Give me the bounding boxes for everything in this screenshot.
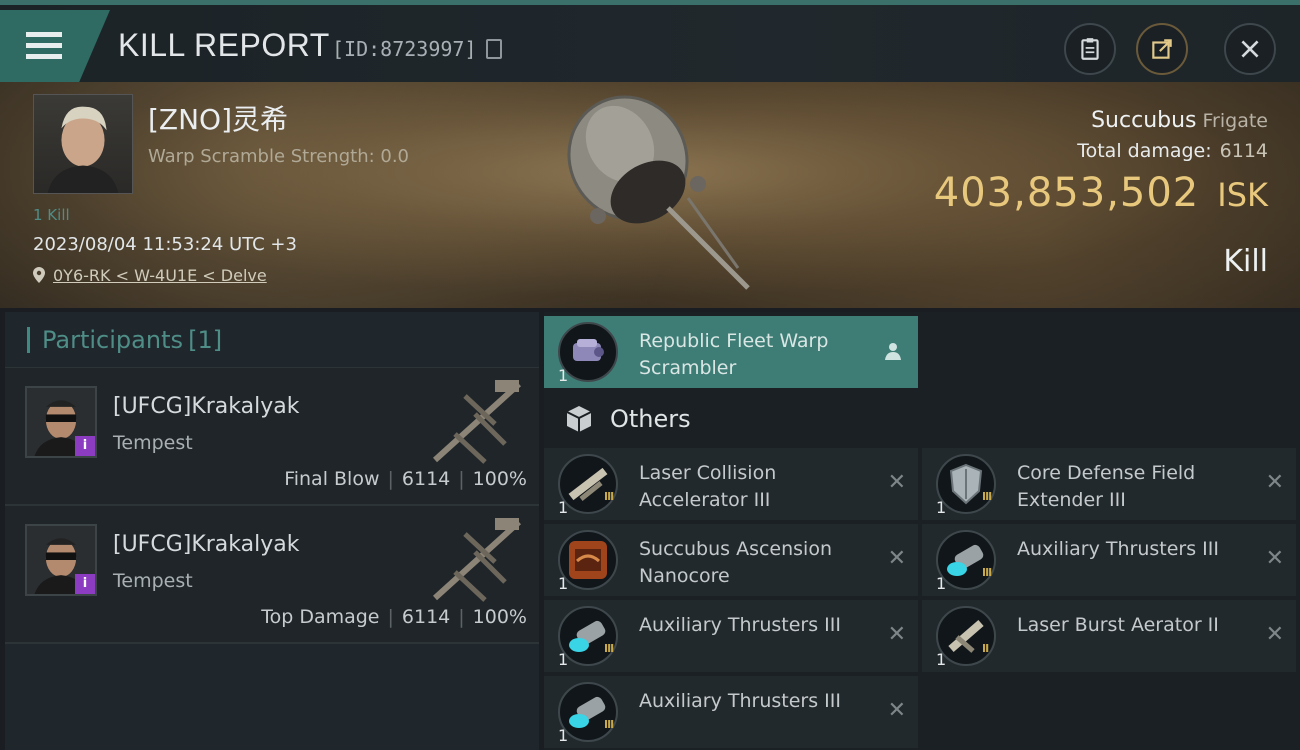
participant-damage: 6114	[401, 468, 451, 490]
participant-name[interactable]: [UFCG]Krakalyak	[113, 532, 299, 557]
tier-badge: III	[982, 490, 992, 503]
kill-id: [ID:8723997]	[332, 37, 477, 61]
item-name: Republic Fleet Warp Scrambler	[639, 330, 829, 379]
warp-scramble-strength: Warp Scramble Strength: 0.0	[148, 146, 410, 167]
total-damage-label: Total damage:	[1077, 140, 1212, 162]
item-quantity: 1	[936, 574, 947, 593]
victim-name: [ZNO]灵希	[148, 103, 289, 136]
victim-ship-image	[567, 95, 750, 290]
participant-role: Top Damage	[261, 606, 380, 628]
item-row[interactable]: 1 Succubus Ascension Nanocore ✕	[544, 524, 918, 596]
participants-header: Participants [1]	[5, 312, 539, 368]
remove-icon[interactable]: ✕	[888, 470, 906, 495]
tier-badge: III	[982, 566, 992, 579]
item-name: Auxiliary Thrusters III	[1017, 538, 1219, 560]
remove-icon[interactable]: ✕	[1266, 622, 1284, 647]
item-quantity: 1	[558, 574, 569, 593]
clipboard-icon	[1081, 38, 1099, 60]
participant-ship: Tempest	[113, 570, 193, 592]
participants-count: [1]	[188, 325, 223, 354]
others-section-header: Others	[544, 394, 918, 444]
kill-count: 1 Kill	[33, 206, 70, 224]
participant-row[interactable]: i [UFCG]Krakalyak Tempest Top Damage | 611…	[5, 506, 539, 644]
clipboard-button[interactable]	[1064, 23, 1116, 75]
close-button[interactable]	[1224, 23, 1276, 75]
menu-icon	[26, 32, 62, 60]
cube-icon	[566, 406, 592, 432]
participant-ship: Tempest	[113, 432, 193, 454]
item-row[interactable]: 1 III Auxiliary Thrusters III ✕	[544, 676, 918, 748]
remove-icon[interactable]: ✕	[1266, 546, 1284, 571]
item-name: Succubus Ascension Nanocore	[639, 538, 832, 587]
isk-value: 403,853,502	[933, 170, 1200, 216]
info-badge[interactable]: i	[75, 574, 95, 594]
location-link[interactable]: 0Y6-RK < W-4U1E < Delve	[53, 266, 267, 285]
participant-damage: 6114	[401, 606, 451, 628]
others-label: Others	[610, 405, 691, 433]
kill-location[interactable]: 0Y6-RK < W-4U1E < Delve	[33, 266, 267, 285]
item-quantity: 1	[558, 726, 569, 745]
copy-icon[interactable]	[486, 39, 502, 59]
item-row[interactable]: 1 III Auxiliary Thrusters III ✕	[544, 600, 918, 672]
result-label: Kill	[1223, 244, 1268, 279]
remove-icon[interactable]: ✕	[888, 698, 906, 723]
remove-icon[interactable]: ✕	[1266, 470, 1284, 495]
victim-portrait[interactable]	[33, 94, 133, 194]
participant-ship-image	[432, 518, 522, 602]
participant-ship-image	[432, 380, 522, 464]
fitted-item[interactable]: 1 Republic Fleet Warp Scrambler	[544, 316, 918, 388]
victim-ship-class: Frigate	[1202, 110, 1268, 132]
victim-ship-name[interactable]: Succubus	[1091, 108, 1196, 133]
header-bar: KILL REPORT [ID:8723997]	[0, 0, 1300, 82]
page-title: KILL REPORT	[118, 27, 330, 63]
close-icon	[1241, 40, 1259, 58]
isk-unit: ISK	[1217, 176, 1268, 214]
item-name: Auxiliary Thrusters III	[639, 614, 841, 636]
item-name: Laser Collision Accelerator III	[639, 462, 777, 511]
item-name: Auxiliary Thrusters III	[639, 690, 841, 712]
item-row[interactable]: 1 III Core Defense Field Extender III ✕	[922, 448, 1296, 520]
person-icon[interactable]	[882, 340, 904, 362]
pin-icon	[33, 267, 45, 283]
participant-percent: 100%	[472, 468, 527, 490]
items-panel: 1 Republic Fleet Warp Scrambler Others 1…	[544, 312, 1300, 750]
kill-datetime: 2023/08/04 11:53:24 UTC +3	[33, 234, 297, 255]
item-name: Laser Burst Aerator II	[1017, 614, 1219, 636]
tier-badge: III	[604, 642, 614, 655]
menu-button[interactable]	[0, 10, 110, 82]
share-icon	[1152, 39, 1172, 59]
remove-icon[interactable]: ✕	[888, 622, 906, 647]
remove-icon[interactable]: ✕	[888, 546, 906, 571]
item-quantity: 1	[936, 498, 947, 517]
victim-banner: [ZNO]灵希 Warp Scramble Strength: 0.0 1 Ki…	[0, 82, 1300, 308]
item-quantity: 1	[936, 650, 947, 669]
participant-percent: 100%	[472, 606, 527, 628]
item-quantity: 1	[558, 366, 569, 385]
item-quantity: 1	[558, 498, 569, 517]
tier-badge: III	[604, 718, 614, 731]
item-quantity: 1	[558, 650, 569, 669]
tier-badge: II	[982, 642, 989, 655]
item-row[interactable]: 1 II Laser Burst Aerator II ✕	[922, 600, 1296, 672]
participants-label: Participants	[42, 325, 183, 354]
share-button[interactable]	[1136, 23, 1188, 75]
item-row[interactable]: 1 III Auxiliary Thrusters III ✕	[922, 524, 1296, 596]
item-name: Core Defense Field Extender III	[1017, 462, 1196, 511]
participant-row[interactable]: i [UFCG]Krakalyak Tempest Final Blow | 611…	[5, 368, 539, 506]
total-damage-value: 6114	[1219, 140, 1268, 162]
participants-panel: Participants [1] i [UFCG]Krakalyak Tempe…	[5, 312, 539, 750]
participant-name[interactable]: [UFCG]Krakalyak	[113, 394, 299, 419]
info-badge[interactable]: i	[75, 436, 95, 456]
participant-role: Final Blow	[284, 468, 380, 490]
tier-badge: III	[604, 490, 614, 503]
item-row[interactable]: 1 III Laser Collision Accelerator III ✕	[544, 448, 918, 520]
